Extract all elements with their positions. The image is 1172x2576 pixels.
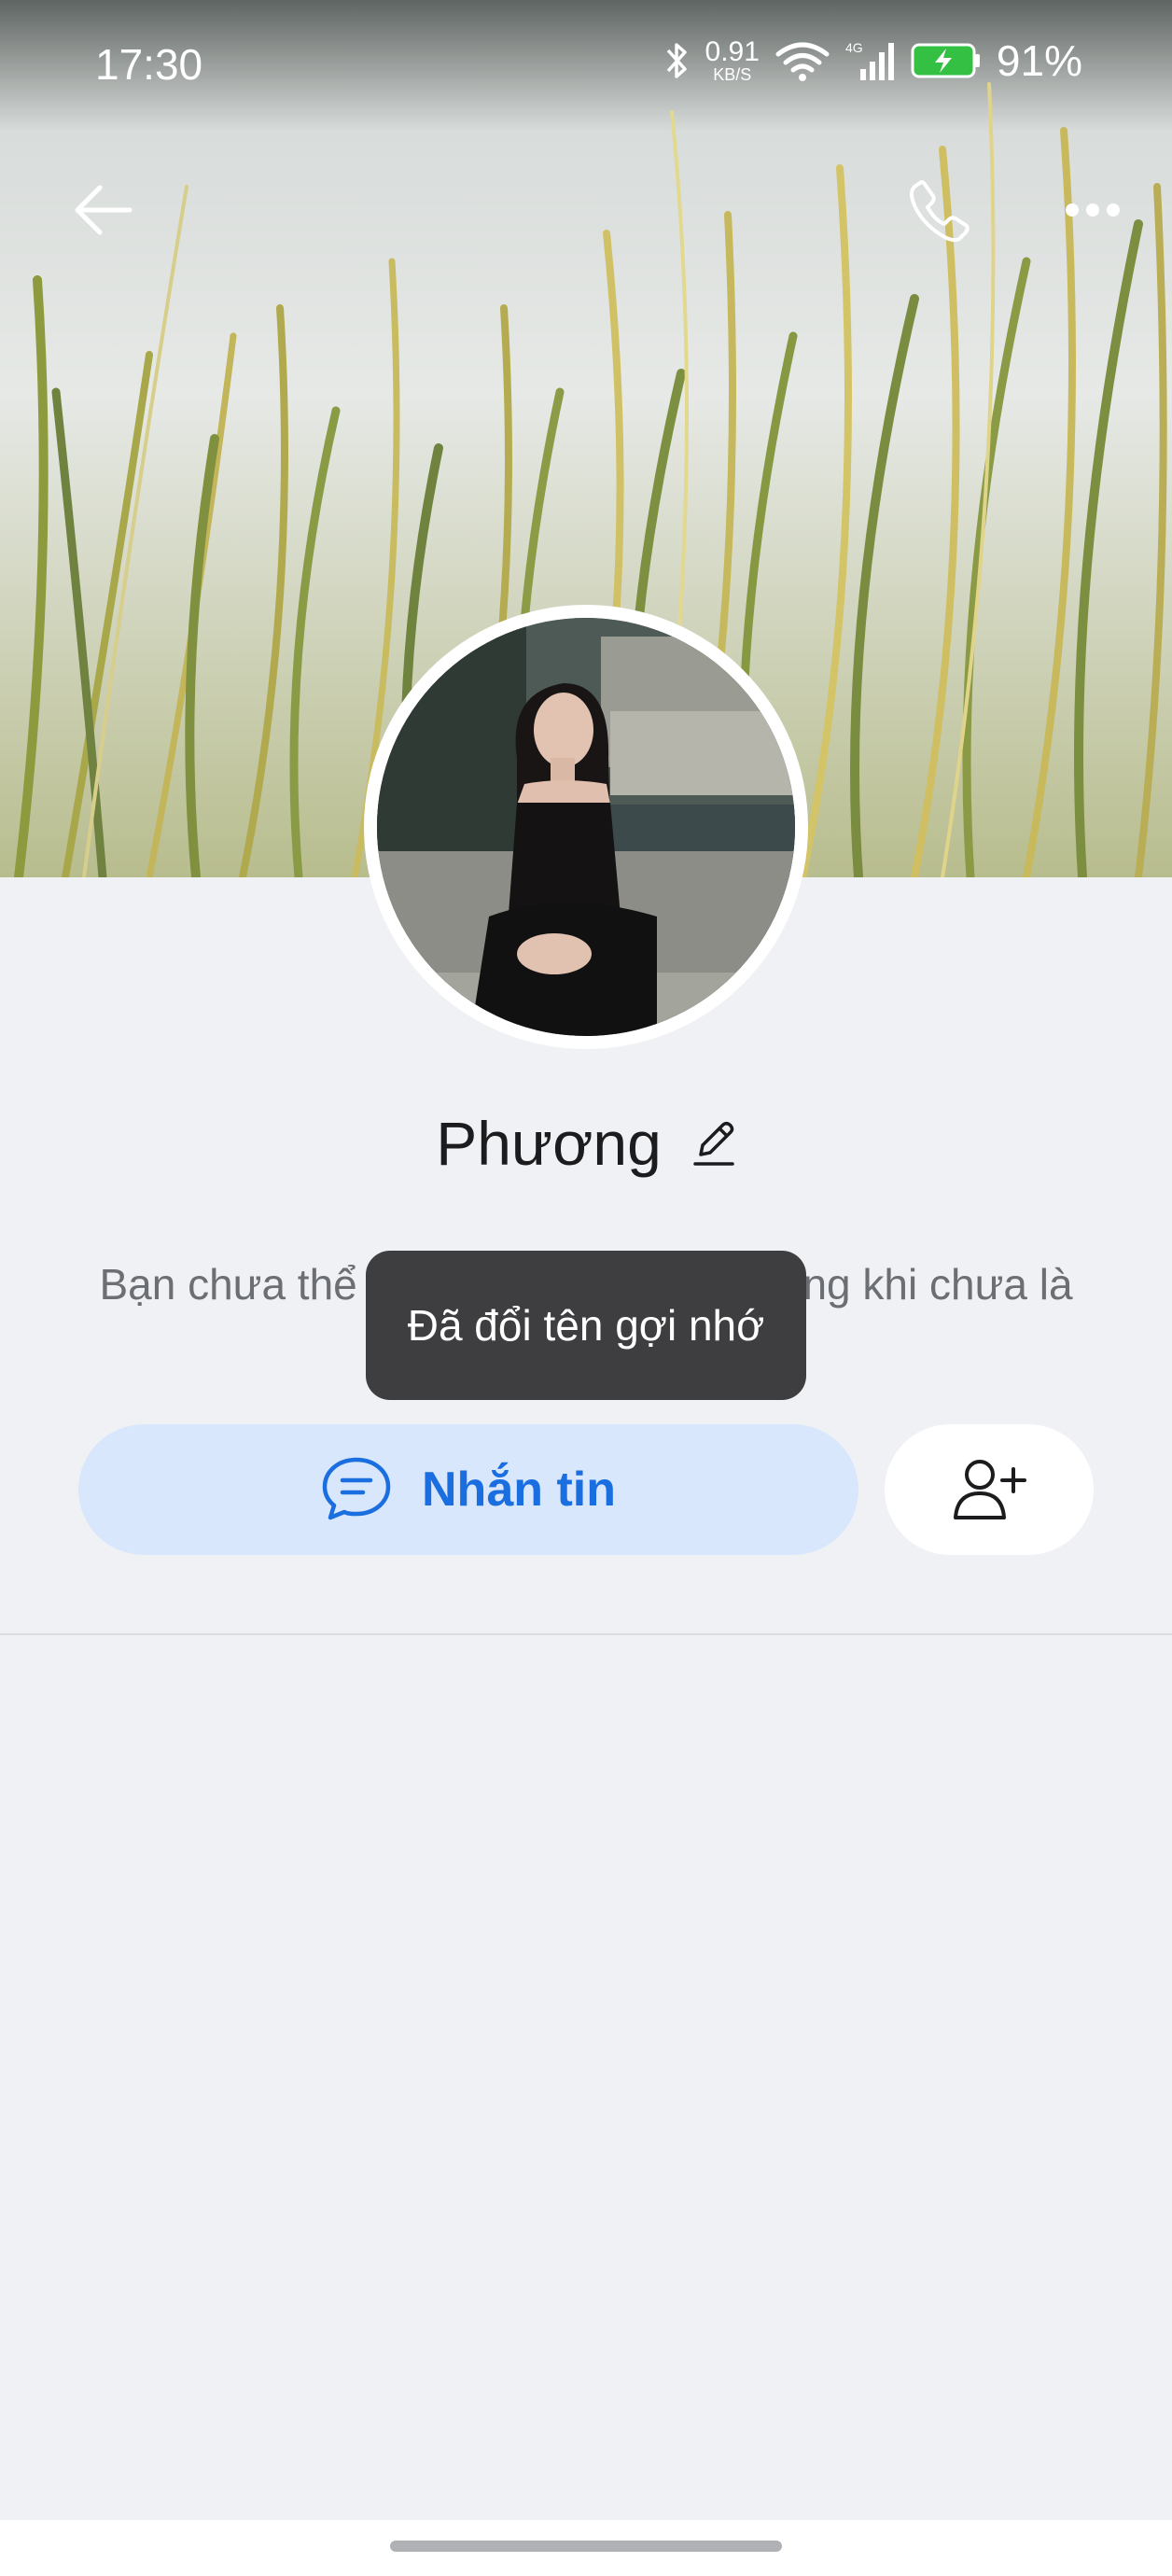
net-speed-unit: KB/S <box>713 65 752 84</box>
wifi-icon <box>775 42 830 81</box>
profile-name: Phương <box>436 1109 662 1178</box>
message-button[interactable]: Nhắn tin <box>78 1424 858 1555</box>
status-time: 17:30 <box>95 40 203 89</box>
back-button[interactable] <box>52 159 155 261</box>
profile-name-row: Phương <box>0 1101 1172 1185</box>
battery-percent: 91% <box>996 36 1082 85</box>
pencil-icon[interactable] <box>691 1119 736 1168</box>
phone-icon <box>910 180 970 243</box>
battery-charging-icon <box>911 43 980 78</box>
bluetooth-icon <box>666 43 687 78</box>
top-app-bar <box>0 159 1172 261</box>
add-friend-button[interactable] <box>885 1424 1094 1555</box>
home-indicator[interactable] <box>390 2541 782 2552</box>
net-speed: 0.91 KB/S <box>705 36 760 84</box>
section-divider <box>0 1633 1172 1635</box>
status-icons: 0.91 KB/S 4G 91% <box>663 35 1082 86</box>
toast-message: Đã đổi tên gợi nhớ <box>366 1251 806 1400</box>
status-bar: 17:30 0.91 KB/S 4G 91% <box>0 0 1172 131</box>
signal-type-label: 4G <box>845 40 863 55</box>
chat-bubble-icon <box>322 1457 391 1520</box>
cellular-signal-icon: 4G <box>845 40 894 80</box>
more-dots-icon <box>1066 203 1120 217</box>
call-button[interactable] <box>888 159 991 261</box>
avatar-photo <box>377 618 795 1036</box>
message-button-label: Nhắn tin <box>422 1463 616 1517</box>
add-friend-icon <box>954 1460 1026 1519</box>
arrow-left-icon <box>75 185 133 235</box>
more-button[interactable] <box>1041 159 1144 261</box>
net-speed-value: 0.91 <box>705 36 760 67</box>
avatar[interactable] <box>377 618 795 1036</box>
